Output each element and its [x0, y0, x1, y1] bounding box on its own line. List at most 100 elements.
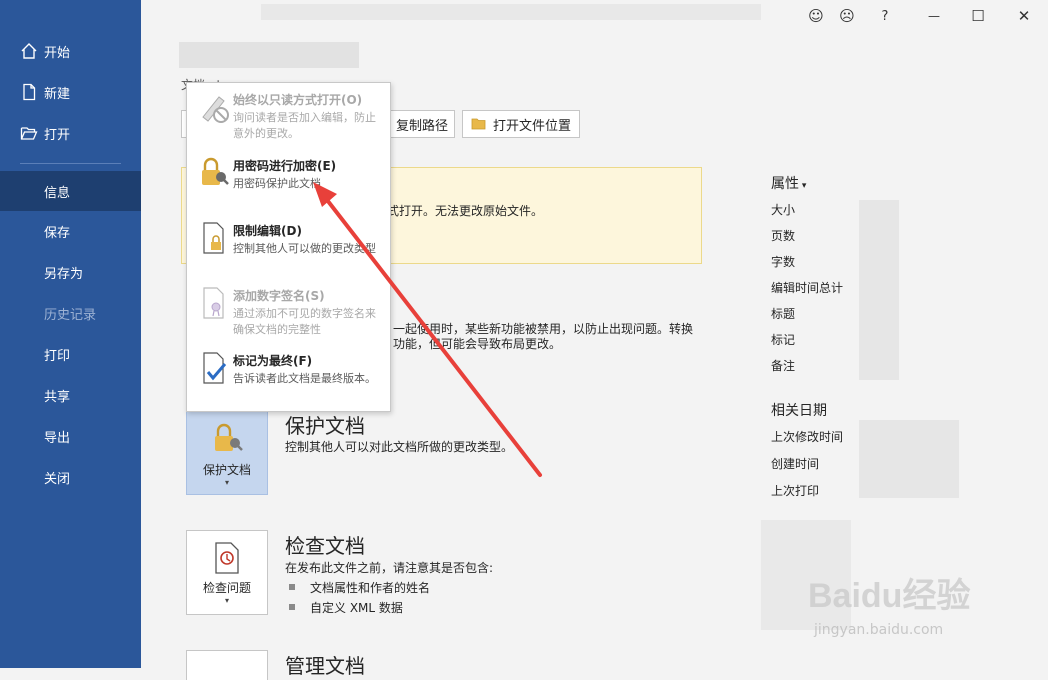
inspect-bullet-1: 文档属性和作者的姓名: [288, 581, 431, 595]
new-document-icon: [23, 83, 36, 101]
sidebar-item-label: 关闭: [44, 471, 71, 487]
protect-tile-label: 保护文档: [202, 463, 251, 477]
copy-path-label: 复制路径: [395, 118, 448, 134]
minimize-button[interactable]: —: [921, 4, 947, 28]
open-file-location-button[interactable]: 打开文件位置: [462, 110, 580, 138]
copy-path-button[interactable]: 复制路径: [389, 110, 455, 138]
folder-icon: [471, 118, 486, 130]
menu-item-desc: 告诉读者此文档是最终版本。: [233, 372, 376, 385]
related-dates-header: 相关日期: [771, 403, 827, 419]
prop-size: 大小: [771, 203, 796, 217]
menu-item-title: 标记为最终(F): [233, 354, 313, 368]
frown-icon: ☹: [839, 7, 855, 25]
menu-item-desc: 用密码保护此文档: [233, 177, 321, 190]
document-check-icon: [203, 352, 227, 384]
blurred-title: [261, 4, 761, 20]
sidebar-item-label: 打印: [44, 348, 71, 364]
prop-tags: 标记: [771, 333, 796, 347]
inspect-bullet-2: 自定义 XML 数据: [289, 601, 403, 615]
chevron-down-icon: ▾: [224, 478, 229, 487]
minimize-icon: —: [928, 9, 940, 23]
sidebar-item-home[interactable]: 开始: [0, 31, 141, 71]
close-icon: ✕: [1017, 7, 1031, 25]
date-last-printed: 上次打印: [771, 484, 820, 498]
protect-title: 保护文档: [285, 414, 365, 438]
chevron-down-icon: ▾: [224, 596, 229, 605]
prop-title: 标题: [771, 307, 796, 321]
menu-item-encrypt-with-password[interactable]: 用密码进行加密(E) 用密码保护此文档: [187, 149, 390, 211]
sidebar-item-open[interactable]: 打开: [0, 113, 141, 153]
sidebar-item-label: 开始: [44, 45, 71, 61]
baidu-jingyan-watermark: Baidu经验 jingyan.baidu.com: [808, 560, 1008, 660]
prop-pages: 页数: [771, 229, 796, 243]
maximize-button[interactable]: ☐: [965, 4, 991, 28]
document-signature-icon: [203, 287, 224, 319]
sidebar-item-label: 历史记录: [44, 307, 97, 323]
document-lock-icon: [203, 222, 224, 254]
sidebar-item-close[interactable]: 关闭: [0, 457, 141, 497]
sidebar-item-label: 共享: [44, 389, 71, 405]
sidebar-item-label: 信息: [44, 185, 71, 201]
sidebar-item-export[interactable]: 导出: [0, 416, 141, 456]
sidebar-item-label: 新建: [44, 86, 71, 102]
menu-item-mark-as-final[interactable]: 标记为最终(F) 告诉读者此文档是最终版本。: [187, 344, 390, 406]
date-created: 创建时间: [771, 457, 820, 471]
sidebar-item-share[interactable]: 共享: [0, 375, 141, 415]
inspect-desc: 在发布此文件之前，请注意其是否包含:: [285, 561, 494, 575]
protect-document-button[interactable]: 保护文档 ▾: [186, 410, 268, 495]
check-issues-label: 检查问题: [202, 581, 251, 595]
chevron-down-icon: ▾: [799, 181, 807, 191]
sidebar-item-history: 历史记录: [0, 293, 141, 333]
menu-item-title: 限制编辑(D): [233, 224, 302, 238]
blurred-doc-title: [179, 42, 359, 68]
menu-item-desc: 控制其他人可以做的更改类型: [233, 242, 376, 255]
watermark-url: jingyan.baidu.com: [814, 622, 944, 638]
watermark-brand: Baidu经验: [808, 577, 971, 615]
prop-words: 字数: [771, 255, 796, 269]
menu-item-desc: 通过添加不可见的数字签名来确保文档的完整性: [233, 307, 376, 336]
blurred-property-values: [859, 200, 899, 380]
properties-label: 属性: [771, 176, 799, 192]
protect-document-menu: 始终以只读方式打开(O) 询问读者是否加入编辑，防止意外的更改。 用密码进行加密…: [186, 82, 391, 412]
sidebar-item-info[interactable]: 信息: [0, 171, 141, 211]
menu-item-title: 始终以只读方式打开(O): [233, 93, 363, 107]
lock-key-icon: [202, 157, 229, 185]
properties-header[interactable]: 属性 ▾: [771, 173, 806, 193]
sidebar-item-save[interactable]: 保存: [0, 211, 141, 251]
home-icon: [21, 43, 37, 59]
smile-feedback-button[interactable]: ☺: [803, 4, 829, 28]
sidebar-item-label: 打开: [44, 127, 71, 143]
smile-icon: ☺: [808, 7, 824, 25]
sidebar-item-new[interactable]: 新建: [0, 72, 141, 112]
manage-title: 管理文档: [285, 654, 365, 678]
inspect-document-icon: [215, 542, 239, 574]
lock-key-icon: [215, 423, 243, 451]
menu-item-add-digital-signature[interactable]: 添加数字签名(S) 通过添加不可见的数字签名来确保文档的完整性: [187, 279, 390, 341]
help-icon: ?: [881, 8, 889, 24]
check-issues-button[interactable]: 检查问题 ▾: [186, 530, 268, 615]
sidebar-item-save-as[interactable]: 另存为: [0, 252, 141, 292]
protect-desc: 控制其他人可以对此文档所做的更改类型。: [285, 440, 514, 454]
date-last-modified: 上次修改时间: [771, 430, 844, 444]
sidebar-item-label: 导出: [44, 430, 71, 446]
backstage-sidebar: 开始 新建 打开 信息 保存 另存为 历史记录 打印 共享 导出 关闭: [0, 0, 141, 668]
prop-comments: 备注: [771, 359, 796, 373]
prop-edit-time: 编辑时间总计: [771, 281, 844, 295]
frown-feedback-button[interactable]: ☹: [834, 4, 860, 28]
menu-item-restrict-editing[interactable]: 限制编辑(D) 控制其他人可以做的更改类型: [187, 214, 390, 276]
blurred-date-values: [859, 420, 959, 498]
sidebar-divider: [20, 163, 121, 164]
menu-item-always-read-only[interactable]: 始终以只读方式打开(O) 询问读者是否加入编辑，防止意外的更改。: [187, 83, 390, 145]
manage-document-button[interactable]: [186, 650, 268, 680]
inspect-title: 检查文档: [285, 534, 365, 558]
sidebar-item-print[interactable]: 打印: [0, 334, 141, 374]
menu-item-desc: 询问读者是否加入编辑，防止意外的更改。: [233, 111, 376, 140]
close-window-button[interactable]: ✕: [1011, 4, 1037, 28]
pencil-prohibited-icon: [202, 96, 229, 123]
menu-item-title: 用密码进行加密(E): [233, 159, 337, 173]
title-bar: ☺ ☹ ? — ☐ ✕: [141, 0, 1048, 32]
warning-text: 式打开。无法更改原始文件。: [387, 204, 544, 218]
maximize-icon: ☐: [971, 7, 985, 25]
help-button[interactable]: ?: [872, 4, 898, 28]
open-location-label: 打开文件位置: [493, 118, 572, 134]
